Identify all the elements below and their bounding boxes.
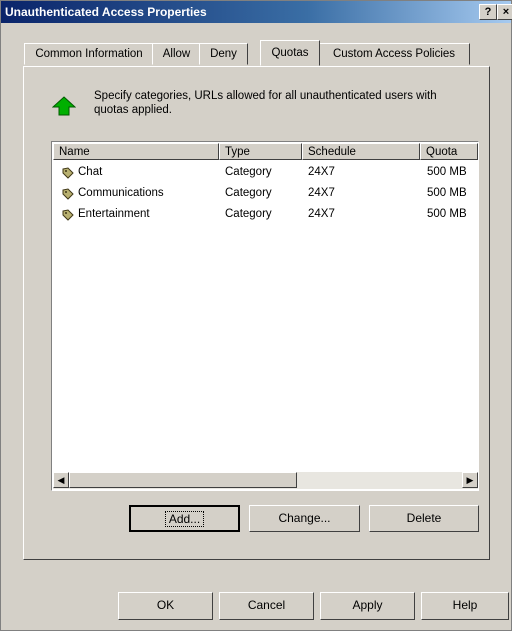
list-header: Name Type Schedule Quota (53, 143, 478, 160)
column-header-name[interactable]: Name (53, 143, 219, 160)
scroll-thumb[interactable] (69, 472, 297, 488)
help-title-button[interactable]: ? (479, 4, 497, 20)
item-name: Communications (78, 187, 164, 199)
tab-deny[interactable]: Deny (199, 43, 248, 65)
category-tag-icon (62, 166, 74, 179)
add-button-label: Add... (164, 511, 205, 527)
tab-allow[interactable]: Allow (152, 43, 201, 65)
list-item[interactable]: Chat Category 24X7 500 MB (53, 162, 478, 182)
item-name: Chat (78, 166, 103, 178)
scroll-right-arrow-icon[interactable]: ▶ (462, 472, 478, 488)
item-type: Category (225, 187, 272, 199)
scroll-left-arrow-icon[interactable]: ◀ (53, 472, 69, 488)
horizontal-scrollbar[interactable]: ◀ ▶ (53, 472, 478, 489)
tab-custom-access-policies[interactable]: Custom Access Policies (318, 43, 470, 65)
item-schedule: 24X7 (308, 166, 335, 178)
item-name: Entertainment (78, 208, 150, 220)
item-quota: 500 MB (427, 166, 467, 178)
cancel-button[interactable]: Cancel (219, 592, 314, 620)
item-quota: 500 MB (427, 187, 467, 199)
instruction-text: Specify categories, URLs allowed for all… (94, 90, 437, 116)
green-up-arrow-icon (51, 96, 77, 116)
tab-quotas[interactable]: Quotas (260, 40, 320, 66)
list-item[interactable]: Communications Category 24X7 500 MB (53, 183, 478, 203)
tab-common-information[interactable]: Common Information (24, 43, 154, 65)
column-header-quota[interactable]: Quota (420, 143, 478, 160)
list-item[interactable]: Entertainment Category 24X7 500 MB (53, 204, 478, 224)
help-button[interactable]: Help (421, 592, 509, 620)
category-tag-icon (62, 187, 74, 200)
add-button[interactable]: Add... (129, 505, 240, 532)
item-quota: 500 MB (427, 208, 467, 220)
item-type: Category (225, 166, 272, 178)
quota-list[interactable]: Name Type Schedule Quota Chat Category 2… (51, 141, 479, 491)
item-type: Category (225, 208, 272, 220)
column-header-type[interactable]: Type (219, 143, 302, 160)
title-bar[interactable]: Unauthenticated Access Properties ? × (1, 1, 512, 23)
ok-button[interactable]: OK (118, 592, 213, 620)
change-button[interactable]: Change... (249, 505, 360, 532)
window-title: Unauthenticated Access Properties (5, 5, 207, 19)
item-schedule: 24X7 (308, 208, 335, 220)
category-tag-icon (62, 208, 74, 221)
column-header-schedule[interactable]: Schedule (302, 143, 420, 160)
apply-button[interactable]: Apply (320, 592, 415, 620)
item-schedule: 24X7 (308, 187, 335, 199)
close-button[interactable]: × (497, 4, 512, 20)
delete-button[interactable]: Delete (369, 505, 479, 532)
